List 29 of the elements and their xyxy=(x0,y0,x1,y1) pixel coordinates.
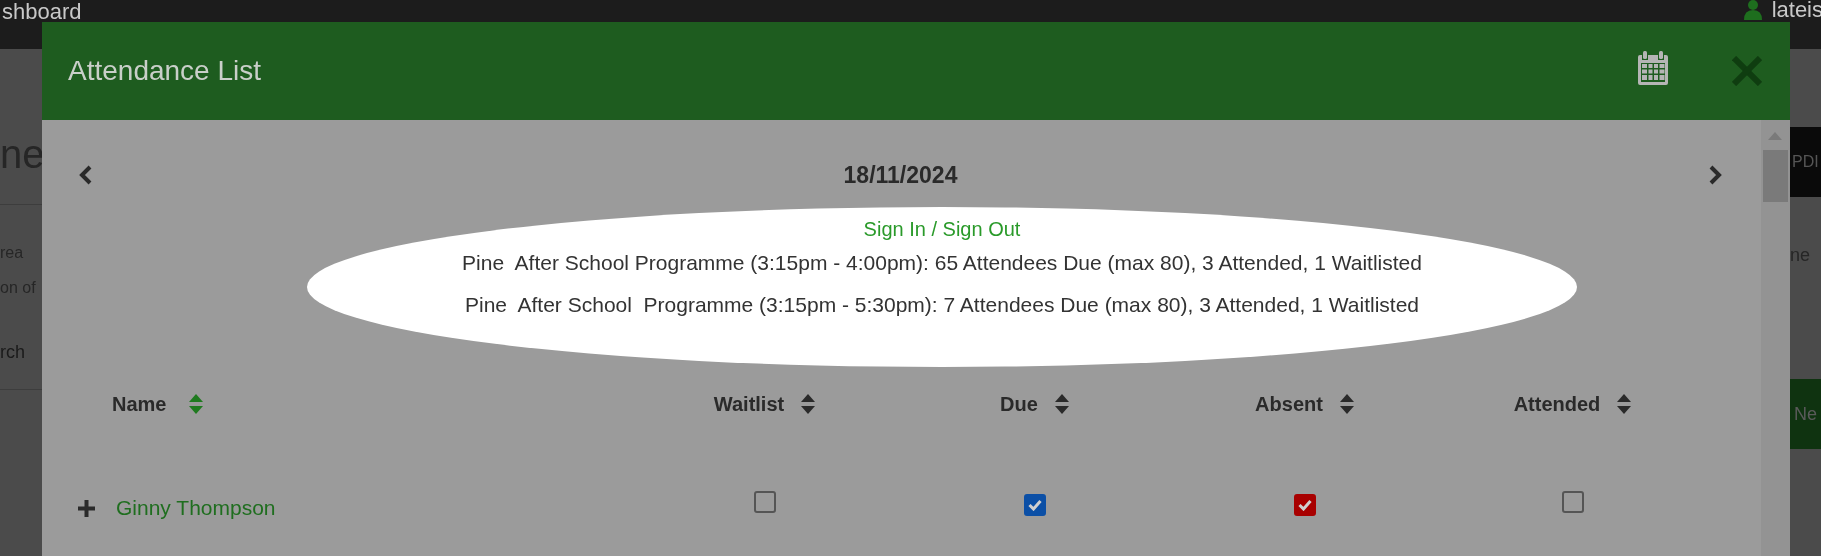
page-title: shboard xyxy=(1,0,82,24)
sort-icon[interactable] xyxy=(801,394,816,414)
checkbox[interactable] xyxy=(754,491,776,513)
sign-in-link[interactable]: Sign In / Sign Out xyxy=(863,216,1021,242)
column-header[interactable]: Due xyxy=(1000,392,1038,416)
check-icon xyxy=(1298,500,1312,511)
sort-icon[interactable] xyxy=(1617,394,1632,414)
session-summary: Pine After School Programme (3:15pm - 5:30pm): 7 Attendees Due (max 80), 3 Attended, 1 Waitlisted xyxy=(464,292,1419,318)
modal-title: Attendance List xyxy=(68,55,263,87)
scrollbar-thumb[interactable] xyxy=(1763,150,1788,202)
date-label: 18/11/2024 xyxy=(843,161,958,189)
sort-icon[interactable] xyxy=(1339,394,1354,414)
column-header[interactable]: Attended xyxy=(1513,392,1601,416)
user-icon xyxy=(1743,0,1762,20)
previous-icon[interactable] xyxy=(79,165,92,185)
column-header[interactable]: Absent xyxy=(1255,392,1323,416)
scrollbar[interactable] xyxy=(1761,120,1790,556)
calendar-icon[interactable] xyxy=(1638,51,1668,85)
checkbox[interactable] xyxy=(1294,494,1316,516)
session-summary: Pine After School Programme (3:15pm - 4:00pm): 65 Attendees Due (max 80), 3 Attended, 1 Waitlisted xyxy=(462,250,1422,276)
column-header[interactable]: Waitlist xyxy=(713,392,785,416)
checkbox[interactable] xyxy=(1024,494,1046,516)
pdf-button[interactable]: PDI xyxy=(1790,127,1821,197)
next-icon[interactable] xyxy=(1709,165,1722,185)
column-header[interactable]: Name xyxy=(112,392,167,416)
sort-icon[interactable] xyxy=(1054,394,1069,414)
expand-icon[interactable] xyxy=(78,499,95,517)
checkbox[interactable] xyxy=(1562,491,1584,513)
check-icon xyxy=(1028,500,1042,511)
